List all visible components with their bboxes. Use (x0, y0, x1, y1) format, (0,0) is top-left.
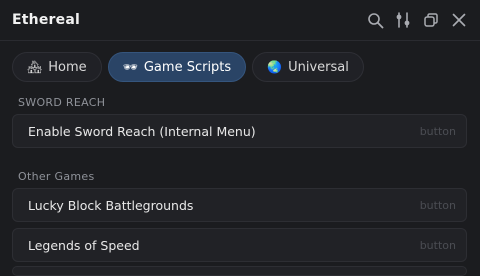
sliders-icon[interactable] (394, 11, 412, 29)
title-divider (0, 40, 480, 41)
row-label: Enable Sword Reach (Internal Menu) (28, 123, 256, 139)
tab-label: Home (48, 59, 87, 75)
tab-game-scripts[interactable]: 🕶 Game Scripts (107, 52, 247, 82)
tab-label: Universal (288, 59, 349, 75)
enable-sword-reach-button[interactable]: Enable Sword Reach (Internal Menu) butto… (12, 114, 467, 148)
tab-universal[interactable]: 🌏 Universal (252, 52, 364, 82)
tab-label: Game Scripts (143, 59, 232, 75)
partial-row[interactable] (12, 266, 467, 276)
tab-bar: 🏘 Home 🕶 Game Scripts 🌏 Universal (12, 52, 364, 82)
window-title: Ethereal (12, 12, 80, 28)
row-type-hint: button (419, 238, 456, 252)
globe-icon: 🌏 (267, 60, 283, 74)
tab-home[interactable]: 🏘 Home (12, 52, 102, 82)
section-title-other-games: Other Games (18, 170, 95, 183)
title-bar: Ethereal (0, 0, 480, 40)
legends-of-speed-button[interactable]: Legends of Speed button (12, 228, 467, 262)
row-type-hint: button (419, 124, 456, 138)
search-icon[interactable] (366, 11, 384, 29)
row-label: Lucky Block Battlegrounds (28, 197, 194, 213)
row-type-hint: button (419, 198, 456, 212)
section-title-sword-reach: SWORD REACH (18, 96, 106, 109)
sunglasses-icon: 🕶 (122, 60, 138, 74)
home-icon: 🏘 (27, 60, 43, 74)
close-icon[interactable] (450, 11, 468, 29)
row-label: Legends of Speed (28, 237, 140, 253)
lucky-block-battlegrounds-button[interactable]: Lucky Block Battlegrounds button (12, 188, 467, 222)
window-copy-icon[interactable] (422, 11, 440, 29)
title-bar-icons (366, 11, 468, 29)
